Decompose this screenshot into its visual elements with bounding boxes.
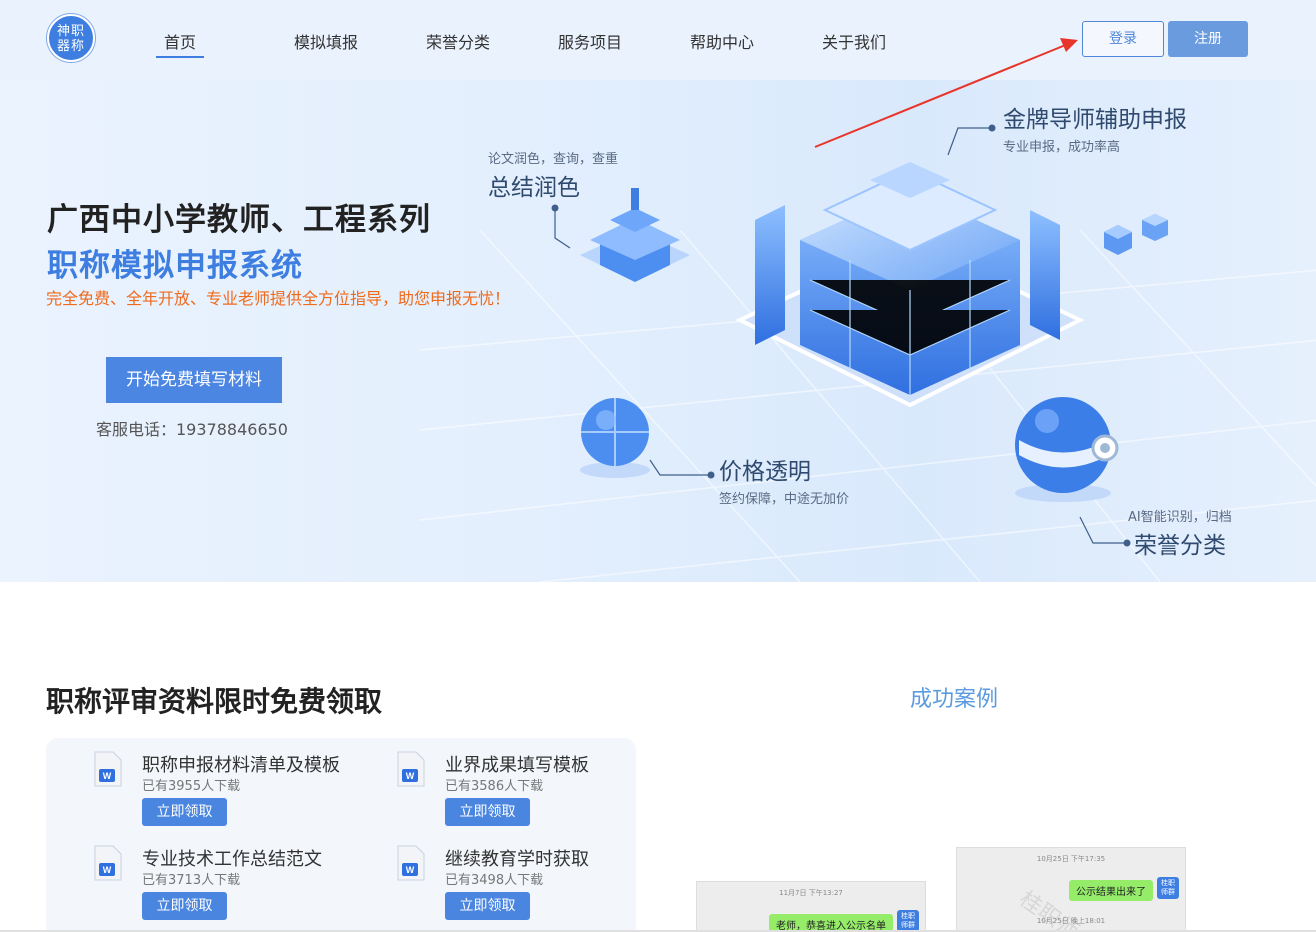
page: 神职 器称 首页 模拟填报 荣誉分类 服务项目 帮助中心 关于我们 登录 注册 … xyxy=(0,0,1316,932)
red-annotation-arrow xyxy=(814,38,1078,148)
